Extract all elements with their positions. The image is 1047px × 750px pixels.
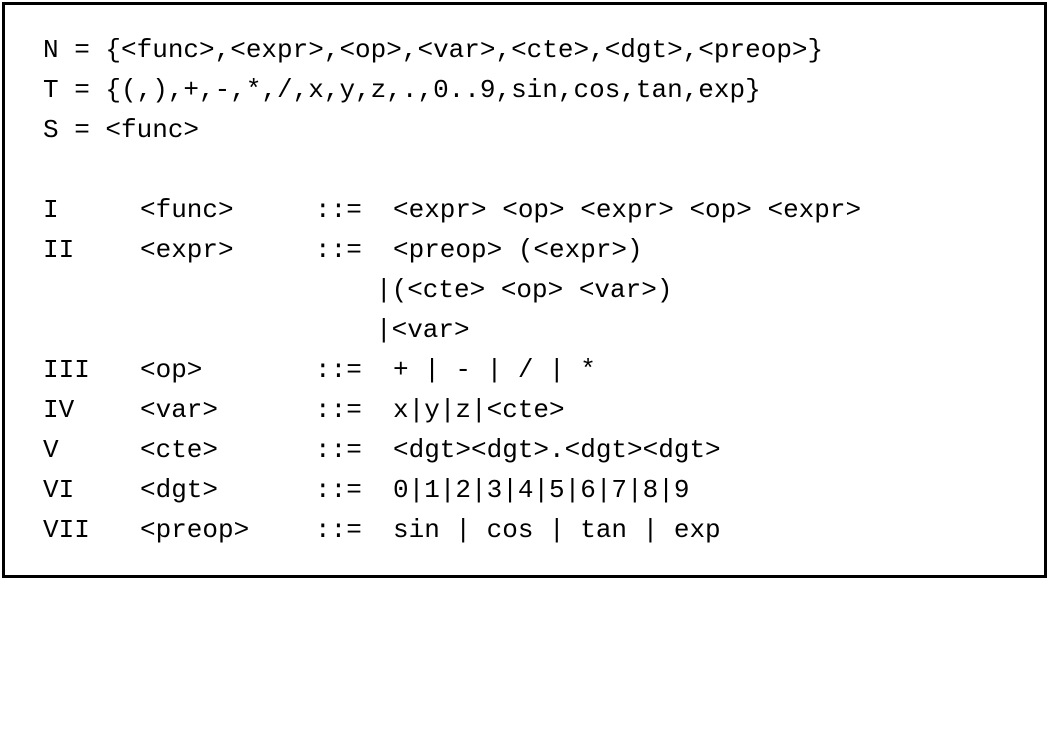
rule-nonterminal: <dgt>: [140, 475, 219, 505]
rule-nonterminal: <expr>: [140, 235, 234, 265]
rule-row: VI <dgt> ::= 0|1|2|3|4|5|6|7|8|9: [43, 470, 689, 510]
rule-nonterminal: <op>: [140, 355, 203, 385]
rule-definition-operator: ::=: [315, 395, 362, 425]
rule-production: <preop> (<expr>): [393, 235, 643, 265]
rule-definition-operator: ::=: [315, 355, 362, 385]
rule-alternative: |(<cte> <op> <var>): [376, 275, 673, 305]
rule-nonterminal: <var>: [140, 395, 219, 425]
rule-number: I: [43, 195, 59, 225]
rule-nonterminal: <func>: [140, 195, 234, 225]
grammar-box: N = {<func>,<expr>,<op>,<var>,<cte>,<dgt…: [2, 2, 1047, 578]
rule-number: IV: [43, 395, 75, 425]
rule-production: sin | cos | tan | exp: [393, 515, 721, 545]
rule-row: III <op> ::= + | - | / | *: [43, 350, 596, 390]
terminals-set: T = {(,),+,-,*,/,x,y,z,.,0..9,sin,cos,ta…: [43, 75, 761, 105]
rule-row: V <cte> ::= <dgt><dgt>.<dgt><dgt>: [43, 430, 721, 470]
rule-definition-operator: ::=: [315, 195, 362, 225]
rule-definition-operator: ::=: [315, 515, 362, 545]
rule-production: <expr> <op> <expr> <op> <expr>: [393, 195, 862, 225]
rule-number: VII: [43, 515, 90, 545]
rule-number: V: [43, 435, 59, 465]
rule-definition-operator: ::=: [315, 475, 362, 505]
rule-production: 0|1|2|3|4|5|6|7|8|9: [393, 475, 690, 505]
rule-row: |(<cte> <op> <var>): [43, 270, 672, 310]
rule-row: I <func> ::= <expr> <op> <expr> <op> <ex…: [43, 190, 861, 230]
rule-alternative: |<var>: [376, 315, 470, 345]
rule-nonterminal: <cte>: [140, 435, 219, 465]
rule-definition-operator: ::=: [315, 435, 362, 465]
rule-number: II: [43, 235, 75, 265]
rule-production: x|y|z|<cte>: [393, 395, 565, 425]
rule-row: |<var>: [43, 310, 470, 350]
nonterminals-set: N = {<func>,<expr>,<op>,<var>,<cte>,<dgt…: [43, 35, 824, 65]
rule-row: II <expr> ::= <preop> (<expr>): [43, 230, 643, 270]
rule-production: + | - | / | *: [393, 355, 596, 385]
rule-number: VI: [43, 475, 75, 505]
rule-number: III: [43, 355, 90, 385]
rule-nonterminal: <preop>: [140, 515, 250, 545]
rule-row: VII <preop> ::= sin | cos | tan | exp: [43, 510, 721, 550]
rule-row: IV <var> ::= x|y|z|<cte>: [43, 390, 565, 430]
rule-production: <dgt><dgt>.<dgt><dgt>: [393, 435, 721, 465]
start-symbol: S = <func>: [43, 115, 200, 145]
rule-definition-operator: ::=: [315, 235, 362, 265]
